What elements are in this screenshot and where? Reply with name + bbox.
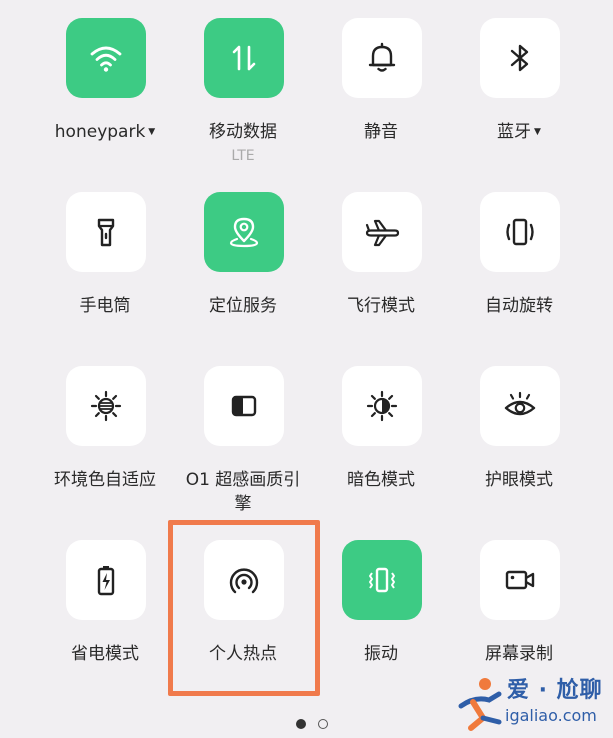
display-engine-label: O1 超感画质引 擎	[185, 470, 301, 514]
vibrate-label: 振动	[364, 644, 398, 664]
auto-rotate-tile[interactable]: 自动旋转	[444, 192, 594, 362]
battery-saver-tile[interactable]: 省电模式	[30, 540, 180, 710]
auto-rotate-label: 自动旋转	[485, 296, 553, 316]
dark-mode-toggle[interactable]	[342, 366, 422, 446]
ambient-color-tile[interactable]: 环境色自适应	[30, 366, 180, 536]
dropdown-caret-icon[interactable]: ▼	[534, 127, 541, 137]
dark-mode-label: 暗色模式	[347, 470, 415, 490]
vibrate-tile[interactable]: 振动	[306, 540, 456, 710]
page-dot-1[interactable]	[296, 719, 306, 729]
screen-record-label: 屏幕录制	[485, 644, 553, 664]
auto-rotate-toggle[interactable]	[480, 192, 560, 272]
display-engine-icon	[231, 395, 257, 417]
vibrate-toggle[interactable]	[342, 540, 422, 620]
watermark-logo-icon	[458, 678, 502, 731]
vibrate-icon	[369, 567, 395, 593]
airplane-tile[interactable]: 飞行模式	[306, 192, 456, 362]
display-engine-tile[interactable]: O1 超感画质引 擎	[168, 366, 318, 536]
airplane-label: 飞行模式	[347, 296, 415, 316]
watermark-url: igaliao.com	[505, 706, 597, 725]
mobile-data-sublabel: LTE	[231, 148, 255, 164]
dropdown-caret-icon[interactable]: ▼	[148, 127, 155, 137]
hotspot-highlight-box	[168, 520, 320, 696]
screen-record-toggle[interactable]	[480, 540, 560, 620]
location-icon	[229, 217, 259, 248]
wifi-tile[interactable]: honeypark ▼	[30, 18, 180, 188]
flashlight-label: 手电筒	[79, 296, 131, 316]
ambient-color-label: 环境色自适应	[54, 470, 156, 490]
wifi-icon	[90, 46, 122, 72]
watermark-title: 爱 · 尬聊	[507, 678, 603, 703]
bluetooth-tile[interactable]: 蓝牙 ▼	[444, 18, 594, 188]
mobile-data-toggle[interactable]	[204, 18, 284, 98]
mobile-data-tile[interactable]: 移动数据 LTE	[168, 18, 318, 188]
bluetooth-toggle[interactable]	[480, 18, 560, 98]
location-toggle[interactable]	[204, 192, 284, 272]
eye-care-label: 护眼模式	[485, 470, 553, 490]
flashlight-toggle[interactable]	[66, 192, 146, 272]
flashlight-icon	[97, 218, 115, 247]
dark-mode-icon	[366, 390, 398, 422]
location-tile[interactable]: 定位服务	[168, 192, 318, 362]
screen-record-icon	[505, 570, 535, 590]
silent-tile[interactable]: 静音	[306, 18, 456, 188]
watermark: 爱 · 尬聊 igaliao.com	[455, 670, 613, 738]
bluetooth-icon	[510, 44, 529, 72]
airplane-icon	[365, 219, 400, 247]
eye-care-toggle[interactable]	[480, 366, 560, 446]
flashlight-tile[interactable]: 手电筒	[30, 192, 180, 362]
airplane-toggle[interactable]	[342, 192, 422, 272]
battery-saver-label: 省电模式	[71, 644, 139, 664]
ambient-color-toggle[interactable]	[66, 366, 146, 446]
eye-care-tile[interactable]: 护眼模式	[444, 366, 594, 536]
wifi-label[interactable]: honeypark ▼	[30, 120, 180, 144]
page-dot-2[interactable]	[318, 719, 328, 729]
bell-icon	[368, 42, 396, 72]
location-label: 定位服务	[209, 296, 277, 316]
ambient-color-icon	[90, 390, 122, 422]
eye-icon	[504, 391, 536, 416]
display-engine-toggle[interactable]	[204, 366, 284, 446]
mobile-data-label: 移动数据	[209, 122, 277, 142]
silent-label: 静音	[364, 122, 398, 142]
rotate-icon	[506, 218, 534, 246]
wifi-toggle[interactable]	[66, 18, 146, 98]
battery-saver-icon	[97, 566, 115, 596]
silent-toggle[interactable]	[342, 18, 422, 98]
battery-saver-toggle[interactable]	[66, 540, 146, 620]
bluetooth-label[interactable]: 蓝牙 ▼	[444, 120, 594, 144]
mobile-data-icon	[232, 45, 256, 71]
dark-mode-tile[interactable]: 暗色模式	[306, 366, 456, 536]
